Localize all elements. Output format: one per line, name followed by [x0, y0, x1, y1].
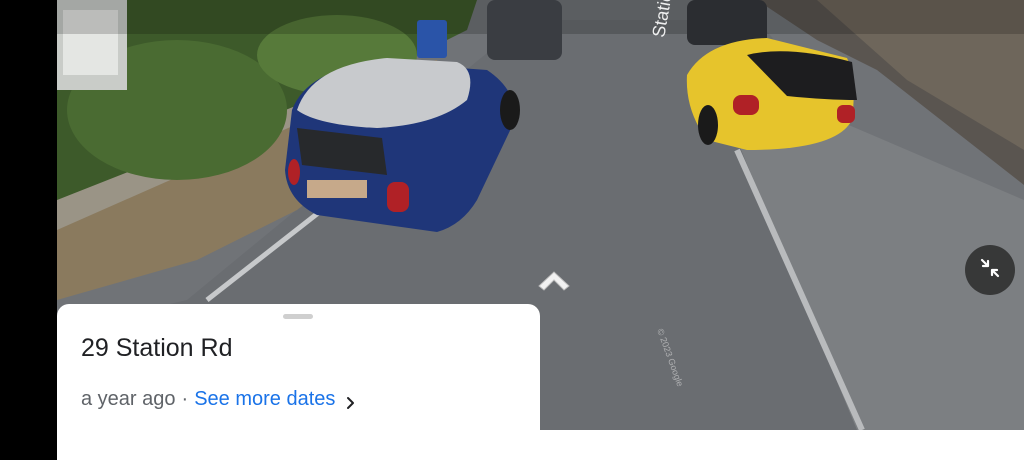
see-more-dates-link[interactable]: See more dates [194, 388, 335, 411]
capture-date-row: a year ago · See more dates [81, 388, 357, 411]
navigate-forward-chevron-icon [536, 271, 572, 298]
collapse-arrows-icon [978, 256, 1002, 285]
capture-date-text: a year ago [81, 388, 176, 410]
navigate-forward-arrow[interactable] [536, 266, 572, 294]
left-black-bar [0, 0, 57, 460]
address-title: 29 Station Rd [81, 334, 233, 362]
separator-dot: · [181, 388, 189, 410]
collapse-button[interactable] [965, 245, 1015, 295]
chevron-right-icon[interactable] [345, 393, 357, 409]
bottom-white-bar [57, 430, 1024, 460]
drag-handle[interactable] [283, 314, 313, 319]
